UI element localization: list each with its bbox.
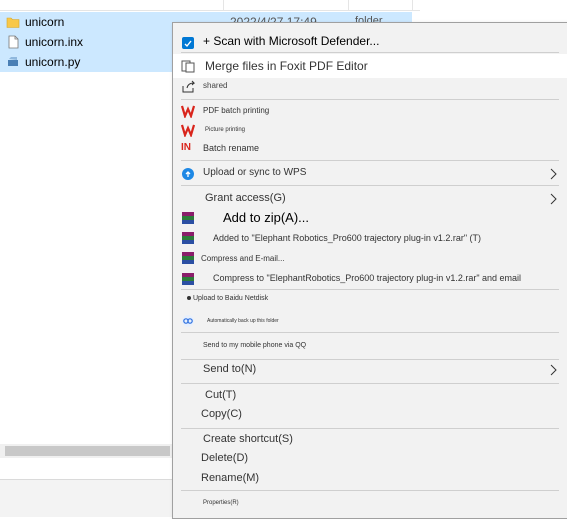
column-header bbox=[0, 0, 420, 11]
winrar-icon bbox=[182, 212, 194, 224]
column-separator[interactable] bbox=[348, 0, 349, 10]
column-separator[interactable] bbox=[412, 0, 413, 10]
python-file-icon bbox=[8, 57, 18, 66]
menu-item-label: Copy(C) bbox=[201, 408, 242, 420]
folder-icon bbox=[6, 17, 20, 28]
menu-item-shared[interactable]: shared bbox=[173, 78, 567, 96]
menu-item-label: Compress and E-mail... bbox=[201, 254, 285, 263]
scrollbar-thumb[interactable] bbox=[5, 446, 170, 456]
wps-icon bbox=[181, 105, 195, 118]
menu-separator bbox=[181, 289, 559, 290]
cloud-upload-icon bbox=[182, 168, 194, 180]
menu-item-label: Compress to "ElephantRobotics_Pro600 tra… bbox=[213, 273, 522, 283]
menu-item-picture-printing[interactable]: Picture printing bbox=[173, 121, 567, 139]
menu-item-label: Send to(N) bbox=[203, 363, 257, 375]
menu-separator bbox=[181, 99, 559, 100]
share-icon bbox=[182, 80, 195, 93]
menu-item-send-to-phone-qq[interactable]: Send to my mobile phone via QQ bbox=[173, 335, 567, 355]
menu-item-label: Grant access(G) bbox=[205, 192, 286, 204]
winrar-icon bbox=[182, 232, 194, 244]
menu-item-batch-rename[interactable]: IN Batch rename bbox=[173, 140, 567, 158]
chevron-right-icon bbox=[550, 168, 557, 180]
menu-item-label: Create shortcut(S) bbox=[203, 433, 293, 445]
menu-item-compress-email[interactable]: Compress and E-mail... bbox=[173, 248, 567, 268]
menu-item-send-to[interactable]: Send to(N) bbox=[173, 361, 567, 381]
menu-item-merge-foxit[interactable]: Merge files in Foxit PDF Editor bbox=[173, 54, 567, 78]
winrar-icon bbox=[182, 273, 194, 285]
menu-item-delete[interactable]: Delete(D) bbox=[173, 451, 567, 471]
menu-item-label: Delete(D) bbox=[201, 452, 249, 464]
chevron-right-icon bbox=[550, 364, 557, 376]
menu-item-upload-baidu[interactable]: Upload to Baidu Netdisk bbox=[173, 291, 567, 309]
winrar-icon bbox=[182, 252, 194, 264]
context-menu: + Scan with Microsoft Defender... Merge … bbox=[172, 22, 567, 519]
file-name: unicorn.py bbox=[25, 55, 81, 69]
menu-item-label: Picture printing bbox=[205, 127, 246, 133]
menu-item-grant-access[interactable]: Grant access(G) bbox=[173, 188, 567, 208]
menu-item-added-to-rar[interactable]: Added to "Elephant Robotics_Pro600 traje… bbox=[173, 228, 567, 248]
menu-item-label: Merge files in Foxit PDF Editor bbox=[205, 59, 368, 73]
chevron-right-icon bbox=[550, 193, 557, 205]
menu-item-label: Add to zip(A)... bbox=[223, 210, 309, 225]
menu-item-label: Properties(R) bbox=[203, 500, 239, 506]
menu-item-label: Upload to Baidu Netdisk bbox=[193, 295, 269, 302]
column-separator[interactable] bbox=[223, 0, 224, 10]
menu-item-label: Rename(M) bbox=[201, 472, 260, 484]
menu-item-label: Cut(T) bbox=[205, 389, 237, 401]
file-name: unicorn bbox=[25, 15, 65, 29]
menu-item-auto-backup[interactable]: Automatically back up this folder bbox=[173, 311, 567, 331]
file-name: unicorn.inx bbox=[25, 35, 84, 49]
menu-item-create-shortcut[interactable]: Create shortcut(S) bbox=[173, 431, 567, 451]
menu-item-label: Send to my mobile phone via QQ bbox=[203, 342, 307, 349]
bullet-icon bbox=[187, 296, 191, 300]
menu-separator bbox=[181, 383, 559, 384]
menu-separator bbox=[181, 185, 559, 186]
menu-item-scan-defender[interactable]: + Scan with Microsoft Defender... bbox=[173, 28, 567, 50]
menu-item-upload-wps[interactable]: Upload or sync to WPS bbox=[173, 163, 567, 185]
menu-separator bbox=[181, 52, 559, 53]
menu-separator bbox=[181, 160, 559, 161]
menu-item-label: Upload or sync to WPS bbox=[203, 167, 307, 178]
menu-item-rename[interactable]: Rename(M) bbox=[173, 470, 567, 490]
menu-item-compress-to-rar-email[interactable]: Compress to "ElephantRobotics_Pro600 tra… bbox=[173, 268, 567, 288]
menu-item-label: + Scan with Microsoft Defender... bbox=[203, 34, 380, 48]
wps-icon bbox=[181, 124, 195, 137]
menu-item-copy[interactable]: Copy(C) bbox=[173, 407, 567, 427]
menu-separator bbox=[181, 428, 559, 429]
baidu-netdisk-icon bbox=[182, 315, 194, 327]
menu-item-label: Batch rename bbox=[203, 143, 260, 153]
menu-item-pdf-batch-printing[interactable]: PDF batch printing bbox=[173, 102, 567, 120]
menu-item-label: shared bbox=[203, 81, 228, 90]
batch-rename-icon: IN bbox=[181, 142, 191, 153]
menu-item-add-to-zip[interactable]: Add to zip(A)... bbox=[173, 208, 567, 228]
menu-item-cut[interactable]: Cut(T) bbox=[173, 387, 567, 407]
defender-shield-icon bbox=[182, 37, 194, 49]
menu-item-label: PDF batch printing bbox=[203, 106, 270, 115]
menu-item-label: Added to "Elephant Robotics_Pro600 traje… bbox=[213, 233, 482, 243]
menu-separator bbox=[181, 490, 559, 491]
file-icon bbox=[8, 35, 19, 49]
menu-separator bbox=[181, 359, 559, 360]
menu-separator bbox=[181, 332, 559, 333]
menu-item-properties[interactable]: Properties(R) bbox=[173, 495, 567, 513]
menu-item-label: Automatically back up this folder bbox=[207, 318, 279, 324]
foxit-merge-icon bbox=[181, 60, 195, 73]
